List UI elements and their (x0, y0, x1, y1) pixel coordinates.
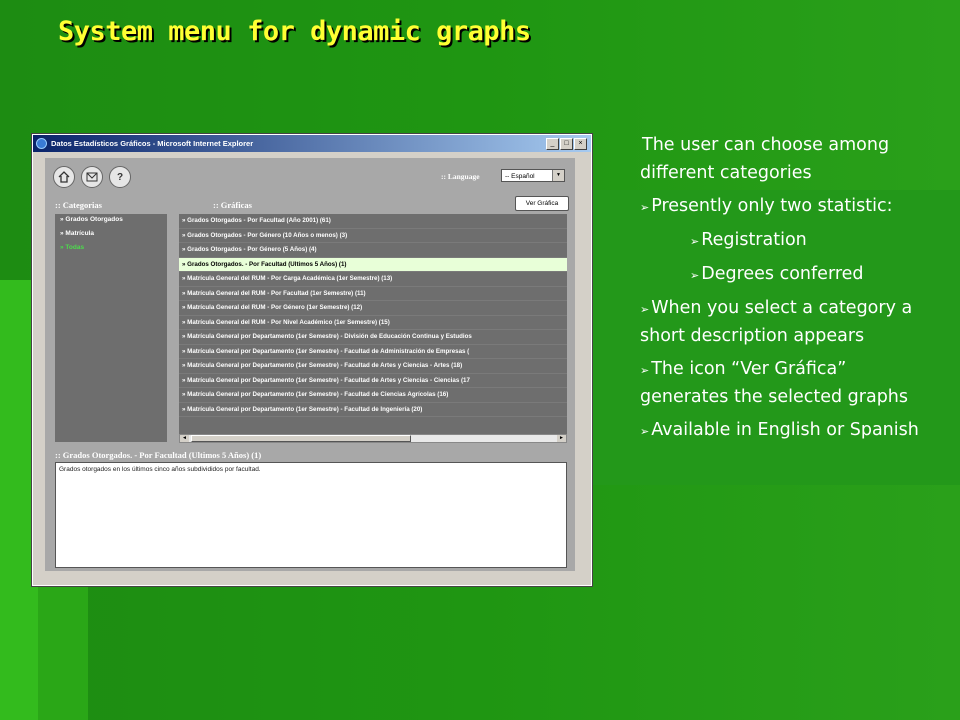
graph-list-item[interactable]: » Matrícula General por Departamento (1e… (179, 359, 567, 374)
graficas-header: :: Gráficas (213, 200, 252, 210)
bullet-marker: ➢ (640, 201, 650, 214)
mail-icon (86, 172, 98, 182)
bullet-text: The icon “Ver Gráfica” generates the sel… (640, 359, 909, 407)
bullet-text: Presently only two statistic: (651, 196, 893, 216)
bullet-item: ➢ The icon “Ver Gráfica” generates the se… (640, 356, 940, 411)
graph-list-item[interactable]: » Matrícula General por Departamento (1e… (179, 345, 567, 359)
decor-bar-bottom (38, 585, 88, 720)
bullet-list: The user can choose among different cate… (640, 132, 940, 451)
maximize-button[interactable]: □ (560, 138, 573, 150)
ie-icon (36, 138, 47, 149)
bullet-item: The user can choose among different cate… (640, 132, 940, 187)
category-item[interactable]: » Matrícula (55, 228, 167, 242)
graph-list-item[interactable]: » Matrícula General del RUM - Por Nivel … (179, 316, 567, 330)
help-icon: ? (116, 171, 124, 183)
bullet-item: ➢ When you select a category a short desc… (640, 295, 940, 350)
category-item[interactable]: » Grados Otorgados (55, 214, 167, 228)
close-button[interactable]: × (574, 138, 587, 150)
bullet-subitem: ➢ Degrees conferred (640, 261, 940, 289)
chevron-down-icon: ▼ (552, 170, 564, 181)
bullet-subitem: ➢ Registration (640, 227, 940, 255)
window-controls: _ □ × (546, 138, 587, 150)
language-select[interactable]: -- Español ▼ (501, 169, 565, 182)
mail-button[interactable] (81, 166, 103, 188)
graph-list-item[interactable]: » Matrícula General del RUM - Por Género… (179, 301, 567, 316)
app-content: ? :: Language -- Español ▼ :: Categorias… (45, 158, 575, 571)
graph-list-item[interactable]: » Matrícula General por Departamento (1e… (179, 388, 567, 403)
description-header: :: Grados Otorgados. - Por Facultad (Ult… (55, 450, 262, 460)
bullet-marker: ➢ (690, 269, 700, 282)
scroll-right-icon[interactable]: ► (557, 435, 566, 442)
minimize-button[interactable]: _ (546, 138, 559, 150)
help-button[interactable]: ? (109, 166, 131, 188)
home-icon (58, 171, 70, 183)
bullet-text: Available in English or Spanish (651, 420, 919, 440)
scroll-thumb[interactable] (191, 435, 411, 442)
graph-list-item[interactable]: » Matrícula General por Departamento (1e… (179, 374, 567, 388)
window-titlebar: Datos Estadísticos Gráficos - Microsoft … (33, 135, 591, 152)
bullet-text: The user can choose among different cate… (640, 135, 890, 183)
language-value: -- Español (505, 173, 535, 180)
scroll-left-icon[interactable]: ◄ (180, 435, 189, 442)
horizontal-scrollbar[interactable]: ◄ ► (179, 434, 567, 443)
bullet-marker: ➢ (690, 235, 700, 248)
bullet-marker: ➢ (640, 303, 650, 316)
graficas-list: » Grados Otorgados - Por Facultad (Año 2… (179, 214, 567, 434)
graph-list-item[interactable]: » Matrícula General del RUM - Por Facult… (179, 287, 567, 301)
bullet-text: Degrees conferred (701, 264, 864, 284)
browser-window: Datos Estadísticos Gráficos - Microsoft … (32, 134, 592, 586)
bullet-text: When you select a category a short descr… (640, 298, 913, 346)
graph-list-item[interactable]: » Grados Otorgados - Por Género (10 Años… (179, 229, 567, 243)
slide-title: System menu for dynamic graphs (58, 16, 531, 47)
window-title: Datos Estadísticos Gráficos - Microsoft … (51, 139, 254, 148)
graph-list-item[interactable]: » Matrícula General del RUM - Por Carga … (179, 272, 567, 287)
category-item-active[interactable]: » Todas (55, 242, 167, 256)
graph-list-item-selected[interactable]: » Grados Otorgados. - Por Facultad (Ulti… (179, 257, 567, 272)
graph-list-item[interactable]: » Grados Otorgados - Por Género (5 Años)… (179, 243, 567, 258)
bullet-item: ➢ Presently only two statistic: (640, 193, 940, 221)
ver-grafica-button[interactable]: Ver Gráfica (515, 196, 569, 211)
categorias-list: » Grados Otorgados » Matrícula » Todas (55, 214, 167, 442)
language-label: :: Language (441, 172, 480, 181)
bullet-text: Registration (701, 230, 807, 250)
description-box: Grados otorgados en los últimos cinco añ… (55, 462, 567, 568)
graph-list-item[interactable]: » Grados Otorgados - Por Facultad (Año 2… (179, 214, 567, 229)
bullet-marker: ➢ (640, 425, 650, 438)
home-button[interactable] (53, 166, 75, 188)
categorias-header: :: Categorias (55, 200, 102, 210)
bullet-marker: ➢ (640, 364, 650, 377)
graph-list-item[interactable]: » Matrícula General por Departamento (1e… (179, 330, 567, 345)
bullet-item: ➢ Available in English or Spanish (640, 417, 940, 445)
graph-list-item[interactable]: » Matrícula General por Departamento (1e… (179, 403, 567, 417)
